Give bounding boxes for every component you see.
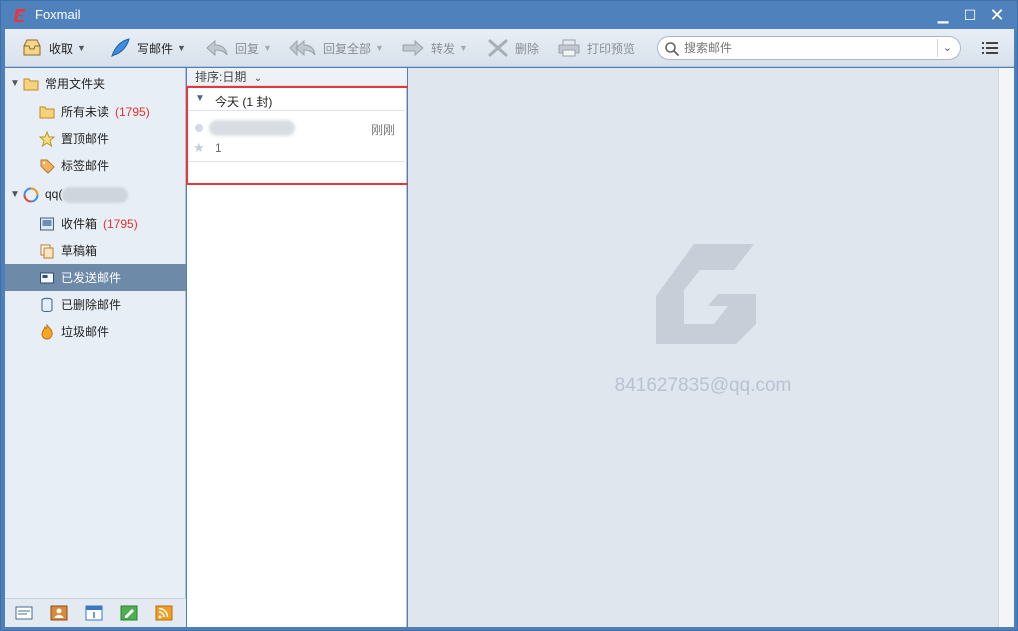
sidebar-item-label: 收件箱: [61, 217, 98, 231]
trash-can-icon: [41, 297, 53, 312]
contacts-icon[interactable]: [50, 605, 68, 621]
folder-icon: [23, 78, 39, 90]
calendar-icon[interactable]: [85, 605, 103, 621]
compose-button[interactable]: 写邮件 ▼: [109, 35, 186, 61]
sidebar-item-label: 垃圾邮件: [61, 325, 110, 339]
forward-label: 转发: [431, 41, 456, 56]
folder-icon: [39, 106, 55, 118]
feather-pen-icon: [111, 38, 130, 57]
close-icon[interactable]: ✕: [985, 5, 1009, 25]
receive-label: 收取: [49, 41, 74, 56]
reply-button[interactable]: 回复 ▼: [205, 35, 272, 61]
preview-pane: 841627835@qq.com: [408, 68, 998, 627]
forward-button[interactable]: 转发 ▼: [401, 35, 468, 61]
sidebar-item-label: 常用文件夹: [45, 77, 106, 91]
rss-icon[interactable]: [155, 605, 173, 621]
sidebar-item-drafts[interactable]: 草稿箱: [5, 237, 186, 264]
maximize-icon[interactable]: ☐: [958, 5, 982, 25]
unread-count-badge: (1795): [103, 217, 138, 231]
delete-label: 删除: [515, 41, 540, 56]
delete-button[interactable]: 删除: [487, 35, 539, 61]
mail-view-icon[interactable]: [15, 605, 33, 621]
minimize-icon[interactable]: ▁: [931, 5, 955, 25]
inbox-icon: [40, 217, 54, 230]
search-box[interactable]: ⌄: [657, 36, 961, 60]
sidebar-footer: [5, 598, 186, 627]
sidebar-item-label: 已删除邮件: [61, 298, 122, 312]
sidebar-item-label: 已发送邮件: [61, 271, 122, 285]
foxmail-window: Foxmail ▁ ☐ ✕ 收取 ▼ 写邮件 ▼ 回复 ▼ 回复全部 ▼ 转发 …: [0, 0, 1018, 631]
sort-label: 排序:日期: [195, 70, 247, 84]
right-edge-panel: [998, 68, 1014, 627]
search-icon: [665, 42, 679, 56]
title-bar: Foxmail ▁ ☐ ✕: [1, 1, 1017, 29]
printer-icon: [558, 39, 580, 57]
sidebar-item-starred[interactable]: 置顶邮件: [5, 125, 186, 152]
expand-arrow-icon[interactable]: ▼: [10, 189, 20, 200]
sidebar-item-common-folder[interactable]: ▼ 常用文件夹: [5, 70, 186, 97]
sidebar-item-label: 草稿箱: [61, 244, 98, 258]
print-preview-button[interactable]: 打印预览: [557, 35, 635, 61]
sidebar-item-spam[interactable]: 垃圾邮件: [5, 318, 186, 345]
account-name: qq(: [45, 186, 63, 201]
flame-icon: [41, 323, 53, 340]
reply-all-label: 回复全部: [323, 41, 372, 56]
chevron-down-icon[interactable]: ▼: [263, 43, 272, 53]
sidebar-item-label: 所有未读: [61, 105, 110, 119]
window-title: Foxmail: [35, 7, 81, 22]
double-chevron-down-icon[interactable]: ⌄: [937, 39, 957, 57]
sidebar-item-tagged[interactable]: 标签邮件: [5, 152, 186, 179]
sent-mail-icon: [40, 272, 54, 283]
reply-arrow-icon: [206, 39, 228, 57]
tag-icon: [40, 159, 55, 174]
redacted-account: [62, 186, 129, 203]
forward-arrow-icon: [402, 39, 424, 57]
star-icon: [39, 130, 55, 147]
drafts-icon: [40, 244, 54, 258]
sort-dropdown[interactable]: 排序:日期 ⌄: [187, 68, 407, 86]
chevron-down-icon[interactable]: ▼: [375, 43, 384, 53]
foxmail-logo-icon: [14, 9, 26, 22]
print-preview-label: 打印预览: [587, 41, 636, 56]
expand-arrow-icon[interactable]: ▼: [10, 78, 20, 89]
chevron-down-icon: ⌄: [253, 73, 263, 84]
sidebar-item-label: 标签邮件: [61, 159, 110, 173]
search-input[interactable]: [684, 40, 932, 56]
folder-sidebar: ▼ 常用文件夹 所有未读 (1795) 置顶邮件 标签邮件 ▼ qq(收件箱 …: [5, 68, 186, 627]
toolbar: 收取 ▼ 写邮件 ▼ 回复 ▼ 回复全部 ▼ 转发 ▼ 删除 打印预览 搜索邮件…: [5, 29, 1014, 67]
chevron-down-icon[interactable]: ▼: [459, 43, 468, 53]
compose-label: 写邮件: [137, 41, 174, 56]
reply-all-arrow-icon: [289, 39, 316, 57]
highlight-box: [186, 86, 410, 185]
reply-label: 回复: [235, 41, 260, 56]
sidebar-item-deleted[interactable]: 已删除邮件: [5, 291, 186, 318]
foxmail-watermark-icon: [656, 244, 756, 344]
list-menu-icon[interactable]: [981, 39, 999, 57]
notes-icon[interactable]: [120, 605, 138, 621]
sidebar-item-inbox[interactable]: 收件箱 (1795): [5, 210, 186, 237]
unread-count-badge: (1795): [115, 105, 150, 119]
sidebar-item-all-unread[interactable]: 所有未读 (1795): [5, 98, 186, 125]
account-email: 841627835@qq.com: [614, 375, 792, 396]
inbox-tray-icon: [23, 39, 41, 56]
chevron-down-icon[interactable]: ▼: [177, 43, 186, 53]
qq-mail-icon: [23, 187, 39, 202]
sidebar-item-account[interactable]: ▼ qq(: [5, 181, 186, 208]
receive-button[interactable]: 收取 ▼: [21, 35, 86, 61]
sidebar-item-label: 置顶邮件: [61, 132, 110, 146]
chevron-down-icon[interactable]: ▼: [77, 43, 86, 53]
sidebar-item-sent[interactable]: 已发送邮件: [5, 264, 186, 291]
delete-x-icon: [488, 39, 508, 57]
reply-all-button[interactable]: 回复全部 ▼: [289, 35, 384, 61]
